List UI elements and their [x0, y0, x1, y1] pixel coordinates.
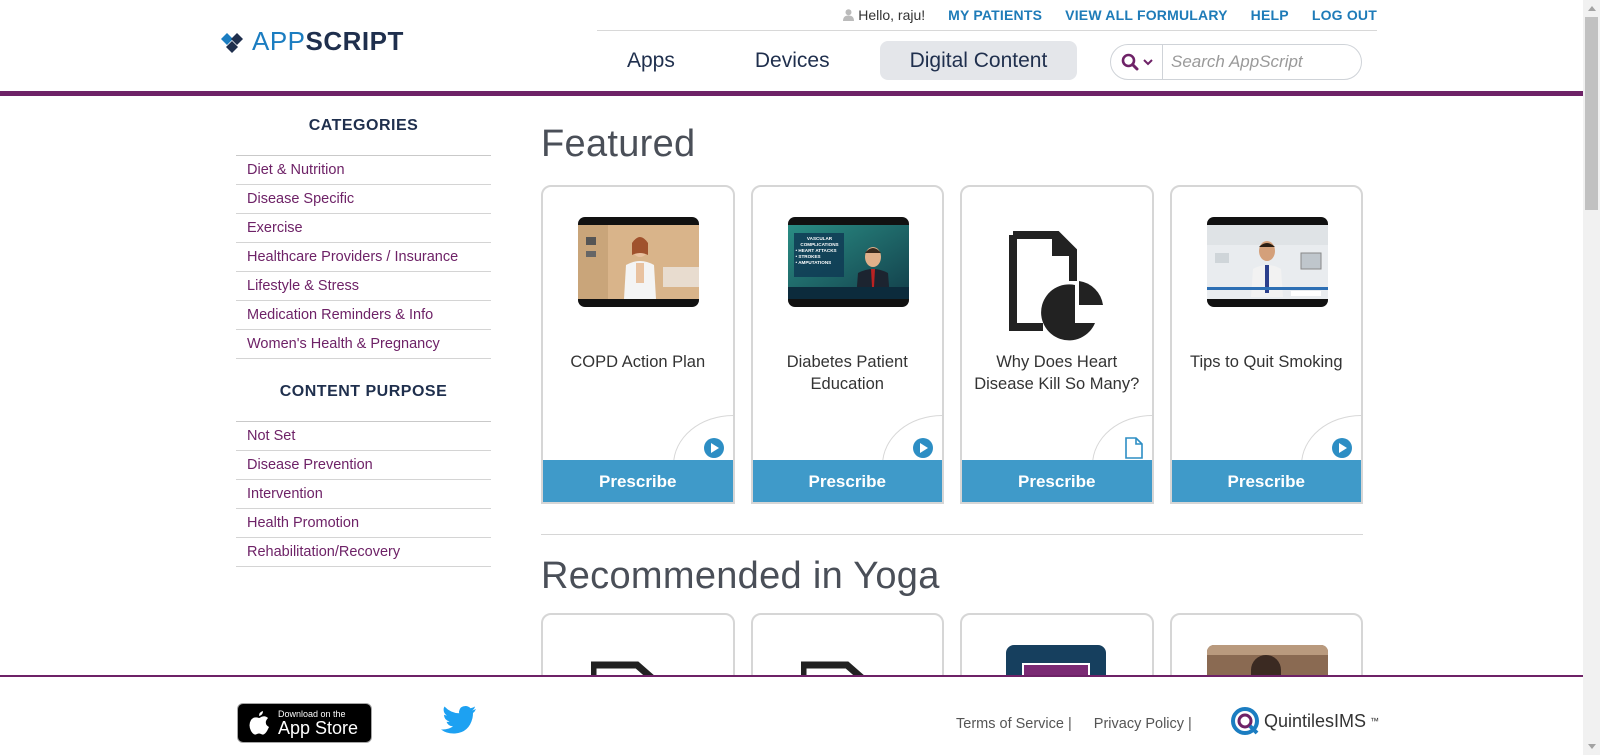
play-video-icon	[1332, 438, 1352, 458]
search-box	[1110, 44, 1362, 80]
app-store-big-text: App Store	[278, 717, 359, 738]
chevron-down-icon	[1142, 59, 1153, 66]
app-store-small-text: Download on the	[278, 708, 346, 719]
content-purpose-heading: CONTENT PURPOSE	[279, 383, 448, 400]
twitter-icon[interactable]	[439, 705, 477, 737]
app-store-badge[interactable]: Download on the App Store	[237, 703, 372, 743]
doctor-office-video-thumbnail	[1206, 217, 1328, 307]
prescribe-button[interactable]: Prescribe	[752, 460, 943, 502]
purpose-item[interactable]: Intervention	[236, 480, 491, 509]
categories-heading: CATEGORIES	[308, 117, 419, 134]
tab-apps[interactable]: Apps	[597, 41, 705, 80]
content-purpose-list: Not Set Disease Prevention Intervention …	[236, 421, 491, 567]
view-all-formulary-link[interactable]: VIEW ALL FORMULARY	[1065, 7, 1228, 23]
section-divider	[541, 534, 1363, 535]
purpose-item[interactable]: Health Promotion	[236, 509, 491, 538]
prescribe-button[interactable]: Prescribe	[542, 460, 733, 502]
card-title[interactable]: COPD Action Plan	[549, 351, 727, 373]
search-scope-dropdown[interactable]	[1111, 45, 1163, 79]
play-video-icon	[703, 438, 724, 458]
search-icon	[1121, 53, 1138, 71]
main-content: Featured COPD Action Plan Prescribe VASC…	[541, 123, 1363, 693]
scroll-up-arrow[interactable]	[1583, 0, 1600, 17]
content-card[interactable]: Tips to Quit Smoking Prescribe	[1169, 185, 1363, 504]
site-footer: Download on the App Store Terms of Servi…	[0, 675, 1583, 755]
scrollbar-thumb[interactable]	[1585, 17, 1598, 210]
my-patients-link[interactable]: MY PATIENTS	[948, 7, 1042, 23]
quintilesims-wordmark: QuintilesIMS	[1264, 710, 1367, 731]
purpose-item[interactable]: Disease Prevention	[236, 451, 491, 480]
page-scrollbar[interactable]	[1583, 0, 1600, 755]
quintilesims-logo-icon	[1231, 707, 1259, 735]
trademark-symbol: ™	[1370, 716, 1380, 726]
tab-devices[interactable]: Devices	[725, 41, 860, 80]
news-anchor-video-thumbnail: VASCULAR COMPLICATIONS • HEART ATTACKS •…	[787, 217, 909, 307]
filter-sidebar: CATEGORIES Diet & Nutrition Disease Spec…	[236, 113, 491, 587]
content-card[interactable]: Why Does Heart Disease Kill So Many? Pre…	[960, 185, 1154, 504]
purpose-item[interactable]: Not Set	[236, 422, 491, 451]
scroll-down-arrow[interactable]	[1583, 738, 1600, 755]
privacy-policy-link[interactable]: Privacy Policy |	[1094, 716, 1192, 732]
greeting: Hello, raju!	[843, 7, 925, 23]
category-item[interactable]: Exercise	[236, 214, 491, 243]
card-title[interactable]: Diabetes Patient Education	[759, 351, 937, 395]
purpose-item[interactable]: Rehabilitation/Recovery	[236, 538, 491, 567]
categories-list: Diet & Nutrition Disease Specific Exerci…	[236, 155, 491, 359]
recommended-heading: Recommended in Yoga	[541, 555, 940, 597]
document-chart-icon	[1007, 231, 1107, 341]
doctor-video-thumbnail	[578, 217, 699, 307]
content-card[interactable]: COPD Action Plan Prescribe	[541, 185, 735, 504]
user-icon	[843, 9, 855, 21]
category-item[interactable]: Disease Specific	[236, 185, 491, 214]
tab-digital-content[interactable]: Digital Content	[879, 41, 1078, 80]
card-title[interactable]: Why Does Heart Disease Kill So Many?	[968, 351, 1146, 395]
help-link[interactable]: HELP	[1251, 7, 1289, 23]
greeting-text: Hello, raju!	[858, 7, 926, 23]
play-video-icon	[913, 438, 933, 458]
footer-links: Terms of Service | Privacy Policy |	[956, 716, 1192, 732]
terms-of-service-link[interactable]: Terms of Service |	[956, 716, 1072, 732]
appscript-logo-icon	[221, 32, 243, 53]
card-title[interactable]: Tips to Quit Smoking	[1178, 351, 1356, 373]
featured-cards: COPD Action Plan Prescribe VASCULAR COMP…	[541, 185, 1363, 504]
category-item[interactable]: Medication Reminders & Info	[236, 301, 491, 330]
thumbnail-caption: VASCULAR COMPLICATIONS • HEART ATTACKS •…	[795, 236, 839, 265]
logo-wordmark: APPSCRIPT	[252, 26, 404, 56]
utility-nav: Hello, raju! MY PATIENTS VIEW ALL FORMUL…	[597, 0, 1377, 31]
site-header: APPSCRIPT Hello, raju! MY PATIENTS VIEW …	[0, 0, 1583, 97]
prescribe-button[interactable]: Prescribe	[1171, 460, 1362, 502]
prescribe-button[interactable]: Prescribe	[961, 460, 1152, 502]
log-out-link[interactable]: LOG OUT	[1312, 7, 1377, 23]
category-item[interactable]: Women's Health & Pregnancy	[236, 330, 491, 359]
appscript-logo[interactable]: APPSCRIPT	[220, 26, 404, 57]
document-icon	[1124, 437, 1143, 459]
category-item[interactable]: Diet & Nutrition	[236, 156, 491, 185]
category-item[interactable]: Lifestyle & Stress	[236, 272, 491, 301]
quintilesims-logo[interactable]: QuintilesIMS ™	[1230, 706, 1379, 736]
featured-heading: Featured	[541, 123, 696, 165]
apple-logo-icon	[249, 711, 269, 735]
header-accent-bar	[0, 91, 1583, 96]
main-nav: Apps Devices Digital Content	[597, 41, 1097, 80]
category-item[interactable]: Healthcare Providers / Insurance	[236, 243, 491, 272]
content-card[interactable]: VASCULAR COMPLICATIONS • HEART ATTACKS •…	[750, 185, 944, 504]
search-input[interactable]	[1163, 52, 1358, 72]
